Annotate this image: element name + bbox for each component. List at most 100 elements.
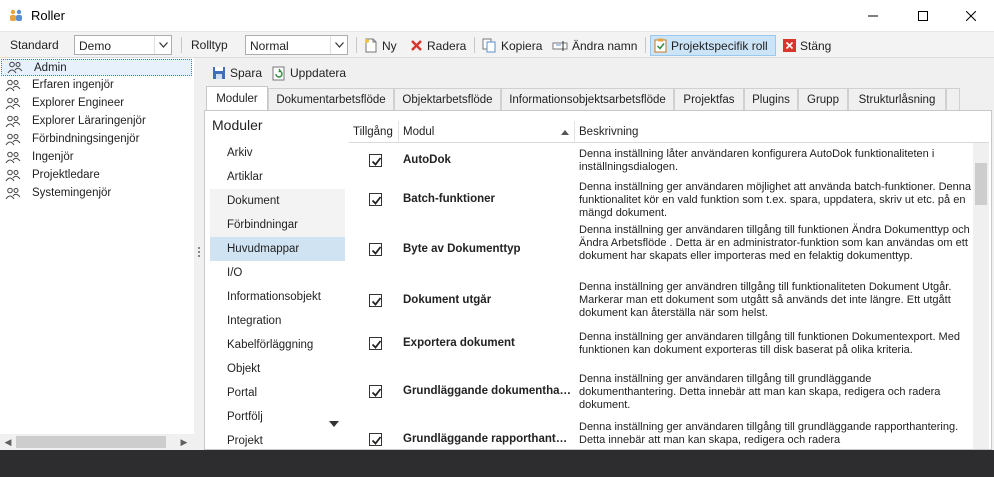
user-role-icon (5, 97, 21, 109)
role-item[interactable]: Admin (1, 59, 192, 76)
toolbar-divider (645, 37, 646, 53)
role-item[interactable]: Explorer Lärar­ingenjör (0, 113, 192, 130)
access-checkbox[interactable] (369, 294, 382, 307)
project-role-button[interactable]: Projektspecifik roll (650, 35, 776, 56)
tab-strip: Moduler Dokumentarbetsflöde Objektarbets… (204, 86, 994, 111)
rolltyp-select[interactable]: Normal (245, 35, 348, 55)
table-row[interactable]: Byte av Dokumenttyp Denna inställning ger… (349, 221, 975, 278)
scrollbar-thumb[interactable] (975, 163, 987, 205)
checkmark-icon (371, 157, 382, 166)
table-row[interactable]: Exportera dokument Denna inställning ger … (349, 323, 975, 365)
module-list-item[interactable]: Portal (210, 381, 345, 405)
module-list-item[interactable]: Artiklar (210, 165, 345, 189)
grid-body: AutoDok Denna inställning låter användare… (349, 143, 975, 449)
table-row[interactable]: Dokument utgår Denna inställning ger anvä… (349, 278, 975, 323)
module-list-item[interactable]: Dokument (210, 189, 345, 213)
role-item[interactable]: Erfaren ingenjör (0, 77, 192, 94)
refresh-button[interactable]: Uppdatera (272, 64, 346, 82)
role-item[interactable]: Ingenjör (0, 149, 192, 166)
table-row[interactable]: AutoDok Denna inställning låter användare… (349, 143, 975, 179)
module-list-item[interactable]: Kabelförläggning (210, 333, 345, 357)
toolbar-divider (474, 37, 475, 53)
new-button[interactable]: Ny (361, 35, 400, 56)
scroll-right-icon[interactable]: ▶ (178, 436, 190, 448)
save-icon (213, 67, 225, 79)
delete-button[interactable]: Radera (407, 35, 469, 56)
tab-grupp[interactable]: Grupp (798, 88, 848, 110)
tab-overflow[interactable] (946, 88, 960, 110)
close-label: Stäng (800, 38, 832, 53)
vertical-scrollbar[interactable] (973, 143, 989, 449)
tab-projektfas[interactable]: Projektfas (674, 88, 744, 110)
role-item[interactable]: Systemingenjör (0, 185, 192, 202)
module-list-item[interactable]: Huvudmappar (210, 237, 345, 261)
description-cell: Denna inställning ger användaren tillgån… (579, 224, 970, 262)
module-name-cell: Batch-funktioner (403, 193, 495, 205)
scrollbar-thumb[interactable] (16, 436, 166, 448)
rolltyp-value: Normal (250, 39, 289, 53)
user-role-icon (5, 169, 21, 181)
standard-select[interactable]: Demo (74, 35, 172, 55)
roles-panel: Admin Erfaren ingenjör Explorer Engineer Ex… (0, 58, 194, 450)
minimize-button[interactable] (850, 0, 896, 32)
tab-plugins[interactable]: Plugins (744, 88, 798, 110)
module-list-item[interactable]: Informationsobjekt (210, 285, 345, 309)
access-checkbox[interactable] (369, 433, 382, 446)
maximize-button[interactable] (900, 0, 946, 32)
project-role-label: Projektspecifik roll (671, 38, 768, 53)
role-label: Ingenjör (32, 151, 74, 163)
close-window-button[interactable] (948, 0, 994, 32)
module-name-cell: Grundläggande rapporthantering (403, 433, 573, 445)
splitter-grip (198, 247, 200, 249)
chevron-down-icon[interactable] (154, 36, 171, 54)
scroll-left-icon[interactable]: ◀ (2, 436, 14, 448)
access-checkbox[interactable] (369, 193, 382, 206)
table-row[interactable]: Batch-funktioner Denna inställning ger an… (349, 179, 975, 221)
role-item[interactable]: Förbindningsingenjör (0, 131, 192, 148)
module-list-item[interactable]: Portfölj (210, 405, 345, 429)
tab-moduler[interactable]: Moduler (206, 86, 268, 111)
rename-button[interactable]: Ändra namn (549, 35, 640, 56)
new-document-icon (365, 38, 377, 53)
tab-informationsobjektsarbetsflode[interactable]: Informationsobjektsarbetsflöde (501, 88, 674, 110)
role-item[interactable]: Explorer Engineer (0, 95, 192, 112)
access-checkbox[interactable] (369, 337, 382, 350)
module-list-item[interactable]: Arkiv (210, 141, 345, 165)
module-list-item[interactable]: Objekt (210, 357, 345, 381)
splitter-grip (198, 255, 200, 257)
tab-dokumentarbetsflode[interactable]: Dokumentarbetsflöde (268, 88, 394, 110)
column-header-description[interactable]: Beskrivning (575, 121, 973, 143)
user-role-icon (5, 115, 21, 127)
tab-strukturlasning[interactable]: Strukturlåsning (848, 88, 946, 110)
panel-splitter[interactable] (194, 58, 204, 450)
module-name-cell: Exportera dokument (403, 337, 515, 349)
scroll-down-icon[interactable] (329, 421, 339, 427)
access-checkbox[interactable] (369, 154, 382, 167)
description-cell: Denna inställning ger användaren tillgån… (579, 373, 941, 411)
column-header-module[interactable]: Modul (399, 121, 575, 143)
module-list-item[interactable]: Förbindningar (210, 213, 345, 237)
checkmark-icon (371, 297, 382, 306)
tab-objektarbetsflode[interactable]: Objektarbetsflöde (394, 88, 501, 110)
access-checkbox[interactable] (369, 385, 382, 398)
module-list-item[interactable]: Integration (210, 309, 345, 333)
modules-heading: Moduler (212, 117, 263, 133)
close-button[interactable]: Stäng (780, 35, 834, 56)
table-row[interactable]: Grundläggande rapporthantering Denna inst… (349, 419, 975, 449)
table-row[interactable]: Grundläggande dokumenthantering Denna ins… (349, 365, 975, 419)
chevron-down-icon[interactable] (330, 36, 347, 54)
rolltyp-label: Rolltyp (191, 38, 228, 52)
app-icon (10, 9, 22, 21)
checkmark-icon (371, 388, 382, 397)
window-title: Roller (31, 8, 65, 23)
minimize-icon (868, 15, 878, 17)
column-header-access[interactable]: Tillgång (349, 121, 399, 143)
description-cell: Denna inställning låter användaren konfi… (579, 148, 935, 173)
module-list-item[interactable]: I/O (210, 261, 345, 285)
close-icon (966, 11, 976, 21)
horizontal-scrollbar[interactable]: ◀ ▶ (0, 434, 194, 450)
save-button[interactable]: Spara (212, 64, 262, 82)
copy-button[interactable]: Kopiera (479, 35, 545, 56)
role-item[interactable]: Projektledare (0, 167, 192, 184)
access-checkbox[interactable] (369, 243, 382, 256)
